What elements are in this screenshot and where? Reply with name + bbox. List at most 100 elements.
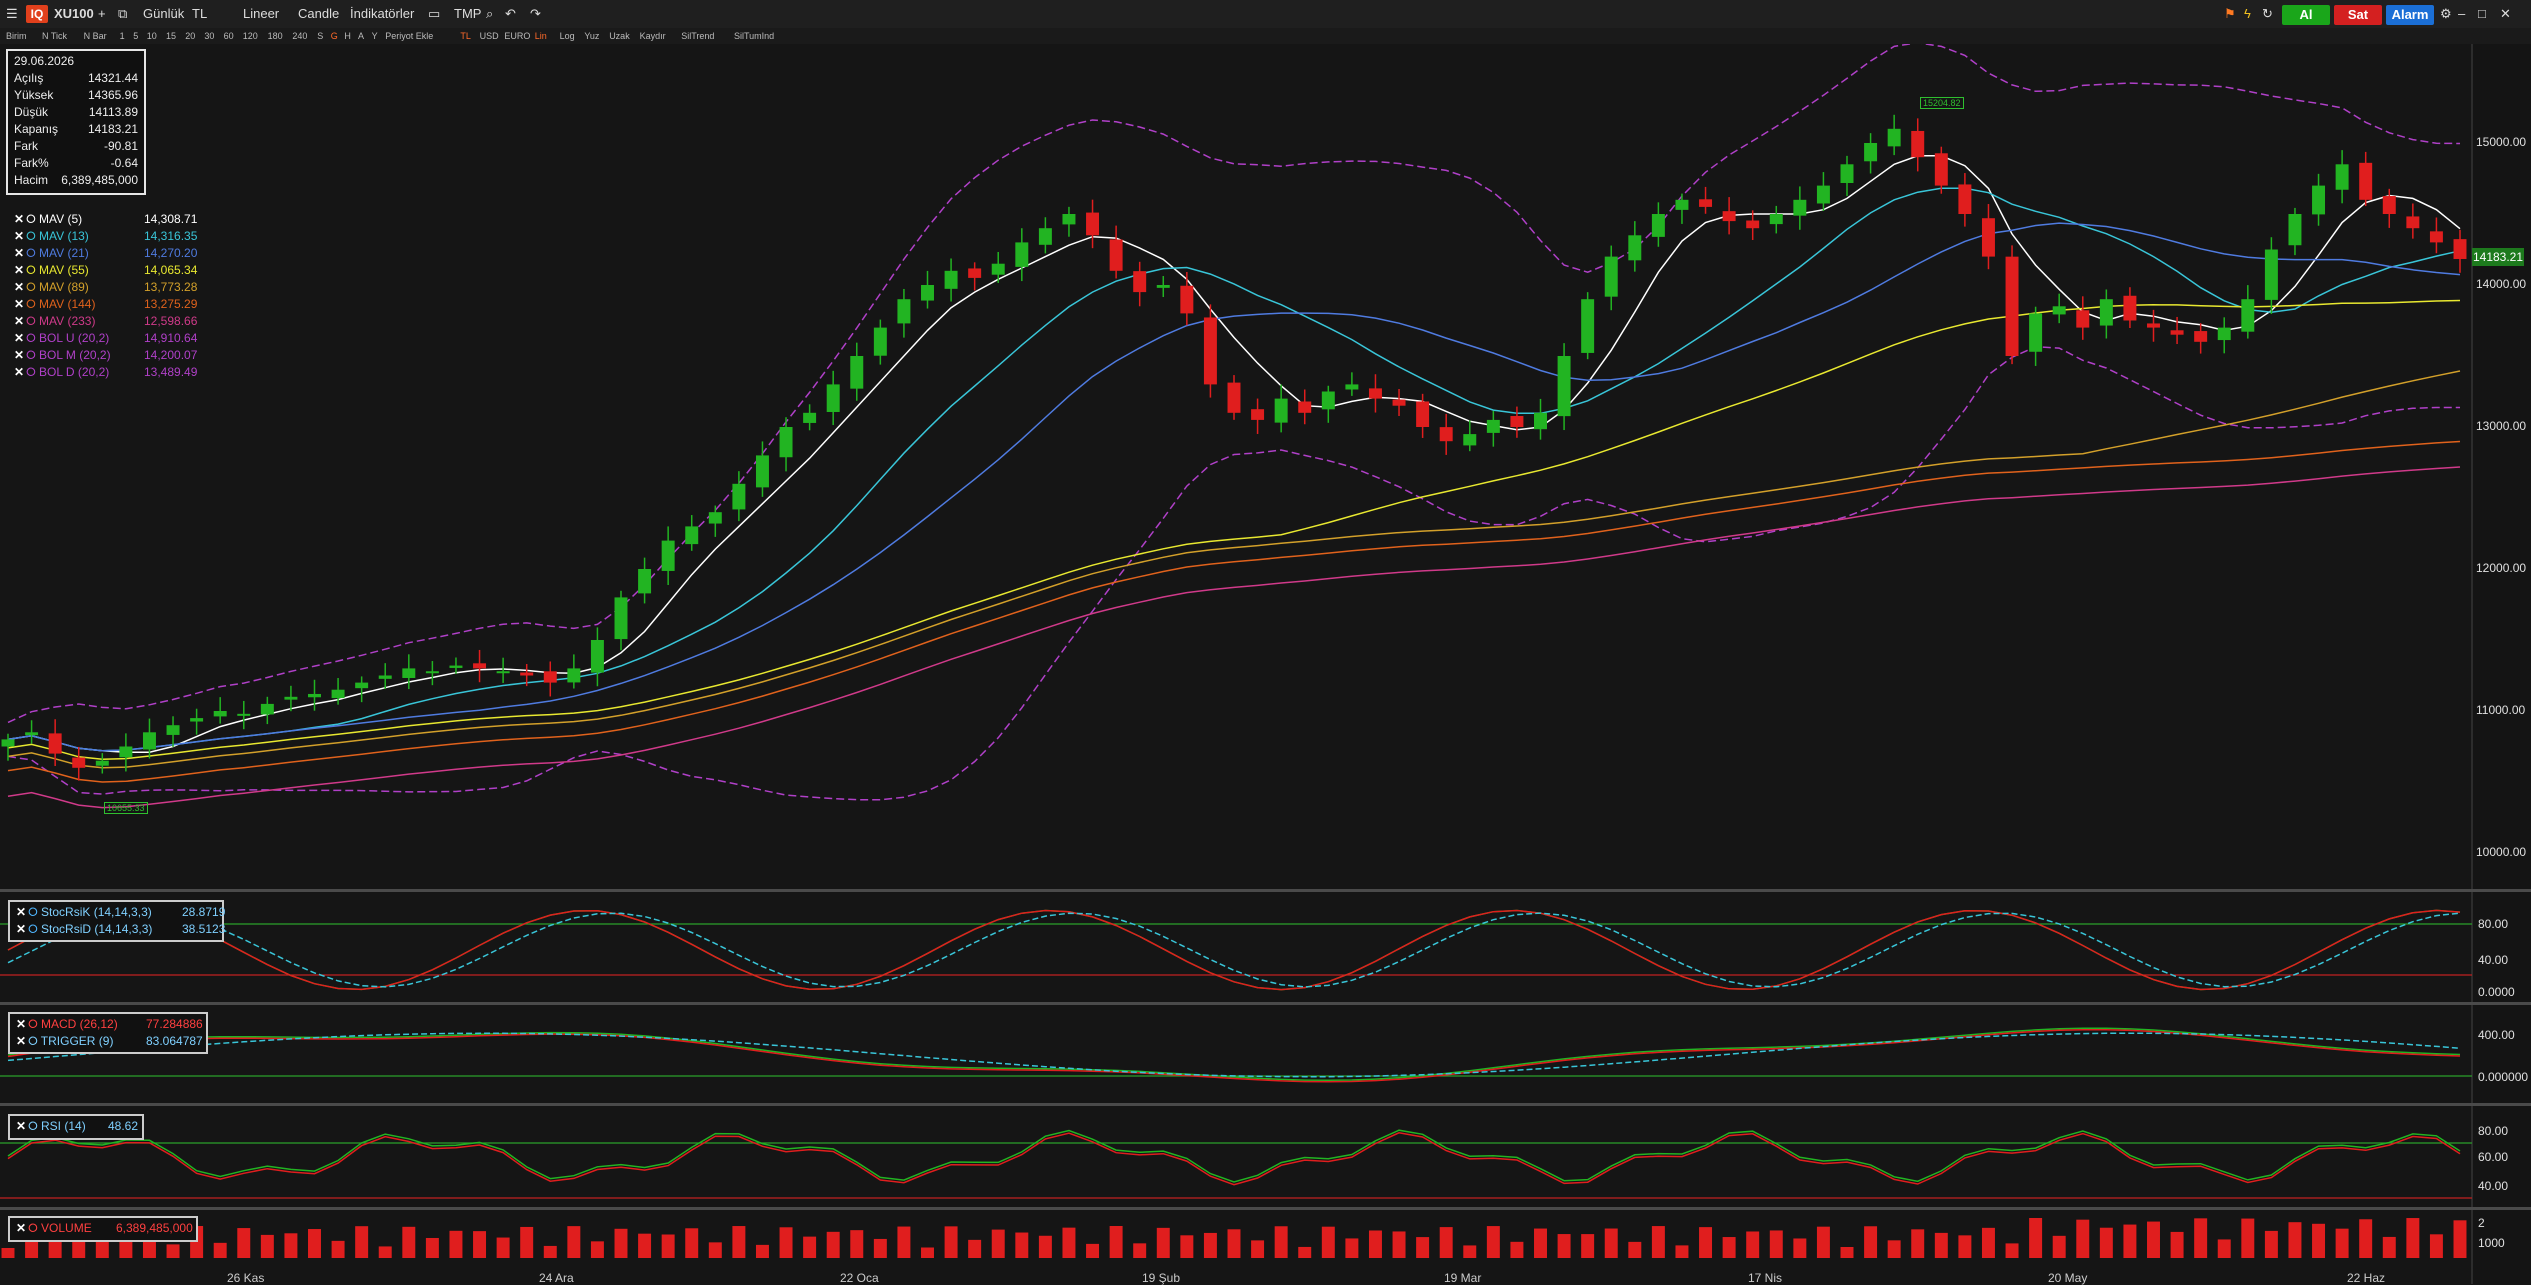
settings-icon[interactable]: ⭘ bbox=[26, 365, 36, 379]
remove-icon[interactable]: ✕ bbox=[14, 331, 24, 345]
volume-bar bbox=[567, 1226, 581, 1258]
indicator-legend-item[interactable]: ✕ ⭘ MAV (21) 14,270.20 bbox=[14, 246, 197, 261]
period-option[interactable]: 5 bbox=[133, 28, 138, 44]
volume-bar bbox=[1392, 1231, 1406, 1258]
period-option[interactable]: 10 bbox=[147, 28, 157, 44]
candle-body bbox=[1463, 434, 1477, 446]
period-selector[interactable]: Günlük bbox=[143, 0, 184, 28]
scale-selector[interactable]: Lineer bbox=[243, 0, 279, 28]
period-option[interactable]: SilTumInd bbox=[734, 28, 774, 44]
period-option[interactable]: Yuz bbox=[584, 28, 599, 44]
period-option[interactable]: EURO bbox=[504, 28, 530, 44]
settings-icon[interactable]: ⭘ bbox=[26, 331, 36, 345]
indicator-legend-item[interactable]: ✕ ⭘ MAV (144) 13,275.29 bbox=[14, 297, 197, 312]
refresh-icon[interactable]: ↻ bbox=[2262, 0, 2273, 28]
indicators-menu[interactable]: İndikatörler bbox=[350, 0, 414, 28]
period-option[interactable]: 240 bbox=[292, 28, 307, 44]
macd-line-legend[interactable]: ✕ ⭘ MACD (26,12) 77.284886 bbox=[16, 1017, 203, 1032]
external-link-icon[interactable]: ⧉ bbox=[118, 0, 127, 28]
settings-icon[interactable]: ⭘ bbox=[26, 246, 36, 260]
period-option[interactable]: Log bbox=[560, 28, 575, 44]
remove-icon[interactable]: ✕ bbox=[14, 246, 24, 260]
indicator-legend-item[interactable]: ✕ ⭘ BOL M (20,2) 14,200.07 bbox=[14, 348, 197, 363]
hamburger-menu-icon[interactable]: ☰ bbox=[6, 0, 18, 28]
trigger-line-legend[interactable]: ✕ ⭘ TRIGGER (9) 83.064787 bbox=[16, 1034, 203, 1049]
indicator-legend-item[interactable]: ✕ ⭘ MAV (89) 13,773.28 bbox=[14, 280, 197, 295]
period-option[interactable]: S bbox=[317, 28, 323, 44]
folder-icon[interactable]: ▭ bbox=[428, 0, 440, 28]
panel-separator[interactable] bbox=[0, 889, 2531, 892]
settings-icon[interactable]: ⭘ bbox=[26, 212, 36, 226]
period-option[interactable]: 20 bbox=[185, 28, 195, 44]
indicator-legend-item[interactable]: ✕ ⭘ MAV (13) 14,316.35 bbox=[14, 229, 197, 244]
period-option[interactable]: Y bbox=[372, 28, 378, 44]
settings-icon[interactable]: ⭘ bbox=[26, 280, 36, 294]
period-option[interactable]: A bbox=[358, 28, 364, 44]
settings-icon[interactable]: ⭘ bbox=[26, 229, 36, 243]
period-option[interactable]: N Bar bbox=[84, 28, 107, 44]
period-option[interactable]: Lin bbox=[535, 28, 547, 44]
zoom-icon[interactable]: ⌕ bbox=[486, 0, 493, 28]
period-option[interactable]: 30 bbox=[204, 28, 214, 44]
settings-icon[interactable]: ⭘ bbox=[26, 348, 36, 362]
period-option[interactable]: Birim bbox=[6, 28, 27, 44]
remove-icon[interactable]: ✕ bbox=[14, 297, 24, 311]
sell-button[interactable]: Sat bbox=[2334, 5, 2382, 25]
flag-icon[interactable]: ⚑ bbox=[2224, 0, 2236, 28]
stoch-k-legend[interactable]: ✕ ⭘ StocRsiK (14,14,3,3) 28.8719 bbox=[16, 905, 225, 920]
period-option[interactable]: Periyot Ekle bbox=[385, 28, 433, 44]
rsi-line-legend[interactable]: ✕ ⭘ RSI (14) 48.62 bbox=[16, 1119, 138, 1134]
period-option[interactable]: TL bbox=[460, 28, 471, 44]
remove-icon[interactable]: ✕ bbox=[14, 280, 24, 294]
volume-line-legend[interactable]: ✕ ⭘ VOLUME 6,389,485,000 bbox=[16, 1221, 193, 1236]
maximize-icon[interactable]: □ bbox=[2478, 0, 2486, 28]
period-option[interactable]: 1 bbox=[120, 28, 125, 44]
panel-separator[interactable] bbox=[0, 1207, 2531, 1210]
candle-body bbox=[826, 384, 840, 412]
period-option[interactable]: H bbox=[344, 28, 351, 44]
gear-icon[interactable]: ⚙ bbox=[2440, 0, 2452, 28]
period-option[interactable]: 120 bbox=[243, 28, 258, 44]
template-button[interactable]: TMP bbox=[454, 0, 481, 28]
candle-body bbox=[48, 733, 62, 754]
currency-selector[interactable]: TL bbox=[192, 0, 207, 28]
period-option[interactable]: Kaydır bbox=[640, 28, 666, 44]
remove-icon[interactable]: ✕ bbox=[14, 365, 24, 379]
remove-icon[interactable]: ✕ bbox=[14, 348, 24, 362]
redo-icon[interactable]: ↷ bbox=[530, 0, 541, 28]
remove-icon[interactable]: ✕ bbox=[14, 263, 24, 277]
indicator-legend-item[interactable]: ✕ ⭘ MAV (233) 12,598.66 bbox=[14, 314, 197, 329]
minimize-icon[interactable]: – bbox=[2458, 0, 2465, 28]
stoch-d-legend[interactable]: ✕ ⭘ StocRsiD (14,14,3,3) 38.5123 bbox=[16, 922, 225, 937]
indicator-legend-item[interactable]: ✕ ⭘ BOL U (20,2) 14,910.64 bbox=[14, 331, 197, 346]
panel-separator[interactable] bbox=[0, 1103, 2531, 1106]
remove-icon[interactable]: ✕ bbox=[14, 229, 24, 243]
period-option[interactable]: N Tick bbox=[42, 28, 67, 44]
period-option[interactable]: USD bbox=[480, 28, 499, 44]
settings-icon[interactable]: ⭘ bbox=[26, 263, 36, 277]
candle-body bbox=[260, 703, 274, 715]
lightning-icon[interactable]: ϟ bbox=[2244, 0, 2251, 28]
settings-icon[interactable]: ⭘ bbox=[26, 314, 36, 328]
indicator-legend-item[interactable]: ✕ ⭘ BOL D (20,2) 13,489.49 bbox=[14, 365, 197, 380]
remove-icon[interactable]: ✕ bbox=[14, 212, 24, 226]
add-symbol-button[interactable]: + bbox=[98, 0, 106, 28]
panel-separator[interactable] bbox=[0, 1002, 2531, 1005]
symbol-selector[interactable]: XU100 bbox=[54, 0, 94, 28]
period-option[interactable]: 180 bbox=[268, 28, 283, 44]
period-option[interactable]: 60 bbox=[224, 28, 234, 44]
chart-type-selector[interactable]: Candle bbox=[298, 0, 339, 28]
indicator-legend-item[interactable]: ✕ ⭘ MAV (55) 14,065.34 bbox=[14, 263, 197, 278]
alarm-button[interactable]: Alarm bbox=[2386, 5, 2434, 25]
period-option[interactable]: Uzak bbox=[609, 28, 630, 44]
period-option[interactable]: G bbox=[331, 28, 338, 44]
period-option[interactable]: 15 bbox=[166, 28, 176, 44]
undo-icon[interactable]: ↶ bbox=[505, 0, 516, 28]
period-option[interactable]: SilTrend bbox=[681, 28, 714, 44]
close-icon[interactable]: ✕ bbox=[2500, 0, 2511, 28]
indicator-legend-item[interactable]: ✕ ⭘ MAV (5) 14,308.71 bbox=[14, 212, 197, 227]
buy-button[interactable]: Al bbox=[2282, 5, 2330, 25]
remove-icon[interactable]: ✕ bbox=[14, 314, 24, 328]
macd-legend: ✕ ⭘ MACD (26,12) 77.284886 ✕ ⭘ TRIGGER (9) 8… bbox=[8, 1012, 208, 1054]
settings-icon[interactable]: ⭘ bbox=[26, 297, 36, 311]
